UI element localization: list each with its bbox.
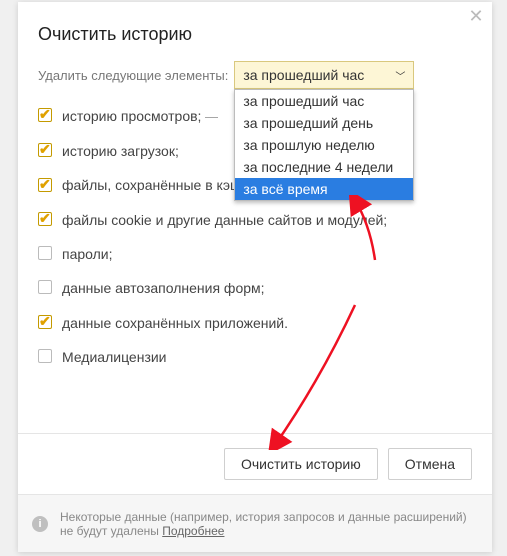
- time-range-value: за прошедший час: [243, 67, 364, 83]
- checkbox[interactable]: [38, 143, 54, 159]
- list-item-label: данные сохранённых приложений.: [62, 314, 472, 332]
- list-item: пароли;: [38, 245, 472, 263]
- time-range-option[interactable]: за всё время: [235, 178, 413, 200]
- clear-history-dialog: ✕ Очистить историю Удалить следующие эле…: [18, 2, 492, 552]
- list-item: данные сохранённых приложений.: [38, 314, 472, 332]
- info-icon: i: [32, 516, 48, 532]
- list-item-label: данные автозаполнения форм;: [62, 279, 472, 297]
- time-range-option[interactable]: за прошедший день: [235, 112, 413, 134]
- dialog-title: Очистить историю: [18, 2, 492, 55]
- list-item-suffix: —: [201, 109, 218, 124]
- time-range-select-wrap: за прошедший час ﹀ за прошедший часза пр…: [234, 61, 414, 89]
- checkbox[interactable]: [38, 246, 54, 262]
- checkbox[interactable]: [38, 315, 54, 331]
- list-item-label: файлы cookie и другие данные сайтов и мо…: [62, 211, 472, 229]
- list-item: данные автозаполнения форм;: [38, 279, 472, 297]
- learn-more-link[interactable]: Подробнее: [162, 524, 224, 538]
- checkbox[interactable]: [38, 178, 54, 194]
- info-text: Некоторые данные (например, история запр…: [60, 510, 478, 538]
- close-icon[interactable]: ✕: [468, 8, 484, 24]
- time-range-option[interactable]: за последние 4 недели: [235, 156, 413, 178]
- cancel-button[interactable]: Отмена: [388, 448, 472, 480]
- time-range-select[interactable]: за прошедший час ﹀: [234, 61, 414, 89]
- info-bar: i Некоторые данные (например, история за…: [18, 494, 492, 552]
- list-item-label: Медиалицензии: [62, 348, 472, 366]
- checkbox[interactable]: [38, 108, 54, 124]
- clear-button[interactable]: Очистить историю: [224, 448, 378, 480]
- time-range-row: Удалить следующие элементы: за прошедший…: [38, 61, 472, 89]
- chevron-down-icon: ﹀: [395, 68, 405, 83]
- checkbox[interactable]: [38, 280, 54, 296]
- checkbox[interactable]: [38, 349, 54, 365]
- time-range-option[interactable]: за прошлую неделю: [235, 134, 413, 156]
- time-range-dropdown[interactable]: за прошедший часза прошедший деньза прош…: [234, 89, 414, 201]
- list-item: файлы cookie и другие данные сайтов и мо…: [38, 211, 472, 229]
- list-item-label: пароли;: [62, 245, 472, 263]
- dialog-content: Удалить следующие элементы: за прошедший…: [18, 55, 492, 366]
- list-item: Медиалицензии: [38, 348, 472, 366]
- time-range-label: Удалить следующие элементы:: [38, 68, 228, 83]
- checkbox[interactable]: [38, 212, 54, 228]
- time-range-option[interactable]: за прошедший час: [235, 90, 413, 112]
- dialog-footer: Очистить историю Отмена: [18, 433, 492, 494]
